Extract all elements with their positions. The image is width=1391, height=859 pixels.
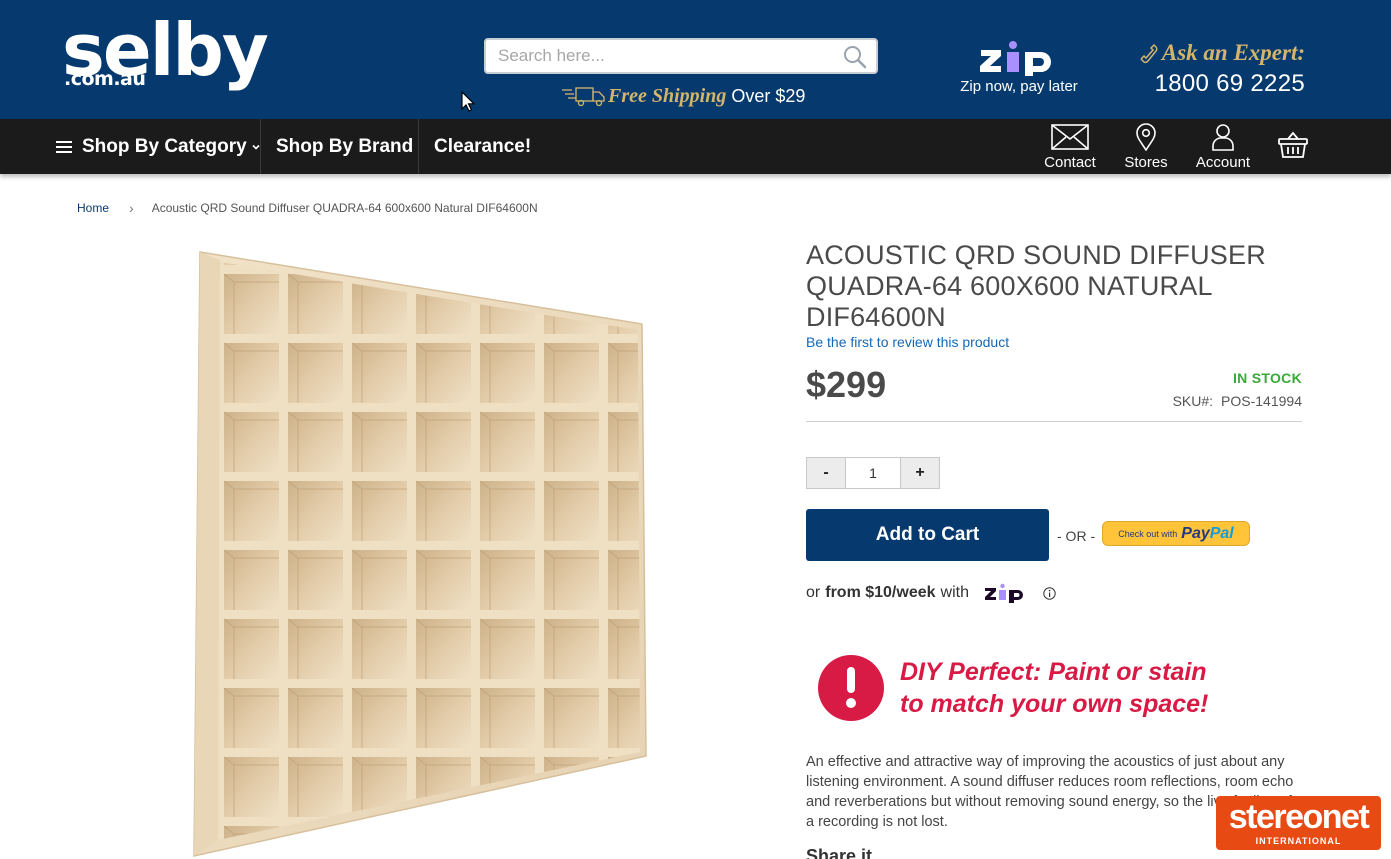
diy-text: DIY Perfect: Paint or stain to match you… [900,656,1208,720]
phone-number[interactable]: 1800 69 2225 [1136,70,1305,98]
diy-callout: DIY Perfect: Paint or stain to match you… [818,655,1208,721]
product-image[interactable] [190,250,650,859]
sku-value: POS-141994 [1221,393,1302,409]
breadcrumb-separator-icon: › [129,200,134,216]
stereonet-watermark: stereonet INTERNATIONAL [1216,796,1381,850]
product-price: $299 [806,364,887,405]
envelope-icon [1051,124,1089,150]
add-to-cart-button[interactable]: Add to Cart [806,509,1049,561]
paypal-logo-pay: Pay [1181,524,1210,542]
logo-domain: .com.au [64,68,146,90]
nav-divider [418,119,419,174]
stock-status: IN STOCK [1232,370,1302,386]
watermark-subtitle: INTERNATIONAL [1255,836,1342,846]
free-shipping-label: Free Shipping [608,84,727,107]
paypal-checkout-button[interactable]: Check out with Pay Pal [1102,521,1250,546]
diy-line-1: DIY Perfect: Paint or stain [900,658,1207,686]
divider [806,421,1302,422]
free-shipping-banner[interactable]: Free Shipping Over $29 [562,84,805,108]
stores-label: Stores [1124,154,1168,171]
search-input[interactable] [498,43,828,69]
sku-label: SKU#: [1172,393,1214,409]
sku: SKU#: POS-141994 [1173,393,1302,409]
quantity-stepper: - 1 + [806,457,940,489]
contact-link[interactable]: Contact [1044,123,1096,171]
qty-decrease-button[interactable]: - [806,457,846,489]
ask-expert[interactable]: Ask an Expert: 1800 69 2225 [1136,40,1305,98]
breadcrumb-current: Acoustic QRD Sound Diffuser QUADRA-64 60… [151,201,538,215]
contact-label: Contact [1044,154,1096,171]
zip-logo-icon[interactable] [983,583,1031,603]
mouse-cursor-icon [461,91,475,112]
free-shipping-threshold: Over $29 [731,85,806,106]
product-title: ACOUSTIC QRD SOUND DIFFUSER QUADRA-64 60… [806,240,1266,332]
shop-by-category-label: Shop By Category [82,135,247,157]
truck-icon [562,87,605,107]
basket-icon [1278,131,1308,158]
diy-line-2: to match your own space! [900,690,1209,718]
zip-with: with [940,584,969,601]
zip-logo-icon [980,41,1051,76]
ask-expert-label: Ask an Expert: [1161,40,1305,65]
qty-increase-button[interactable]: + [900,457,940,489]
account-label: Account [1195,154,1251,171]
breadcrumb-home[interactable]: Home [77,201,109,215]
exclamation-icon [818,655,884,721]
qty-input[interactable]: 1 [846,457,900,489]
search-icon[interactable] [842,44,868,70]
user-icon [1212,124,1234,151]
nav-divider [260,119,261,174]
shop-by-brand-link[interactable]: Shop By Brand [276,119,413,174]
share-heading: Share it [806,846,873,859]
site-header: selby .com.au Free Shipping Over $29 [0,0,1391,119]
zip-amount: from $10/week [825,584,936,601]
review-link[interactable]: Be the first to review this product [806,334,1009,350]
info-icon[interactable] [1043,586,1056,600]
paypal-logo-pal: Pal [1209,524,1234,542]
zip-installment: or from $10/week with [806,583,1056,603]
zip-promo[interactable]: Zip now, pay later [958,40,1080,98]
breadcrumb: Home › Acoustic QRD Sound Diffuser QUADR… [77,200,538,216]
paypal-checkout-label: Check out with [1118,528,1178,539]
cart-link[interactable] [1278,131,1308,179]
zip-prefix: or [806,584,821,601]
stores-link[interactable]: Stores [1122,123,1170,171]
location-pin-icon [1136,123,1156,151]
hamburger-icon [56,140,72,153]
account-link[interactable]: Account [1194,123,1252,171]
shop-by-category-menu[interactable]: Shop By Category [56,119,261,174]
watermark-title: stereonet [1228,798,1370,836]
ask-expert-heading: Ask an Expert: [1136,40,1305,66]
phone-icon [1140,43,1158,64]
zip-tagline: Zip now, pay later [960,78,1078,95]
main-nav: Shop By Category Shop By Brand Clearance… [0,119,1391,174]
selby-logo[interactable]: selby .com.au [62,14,288,92]
or-separator: - OR - [1057,528,1096,544]
clearance-link[interactable]: Clearance! [434,119,531,174]
search-box [484,38,878,74]
